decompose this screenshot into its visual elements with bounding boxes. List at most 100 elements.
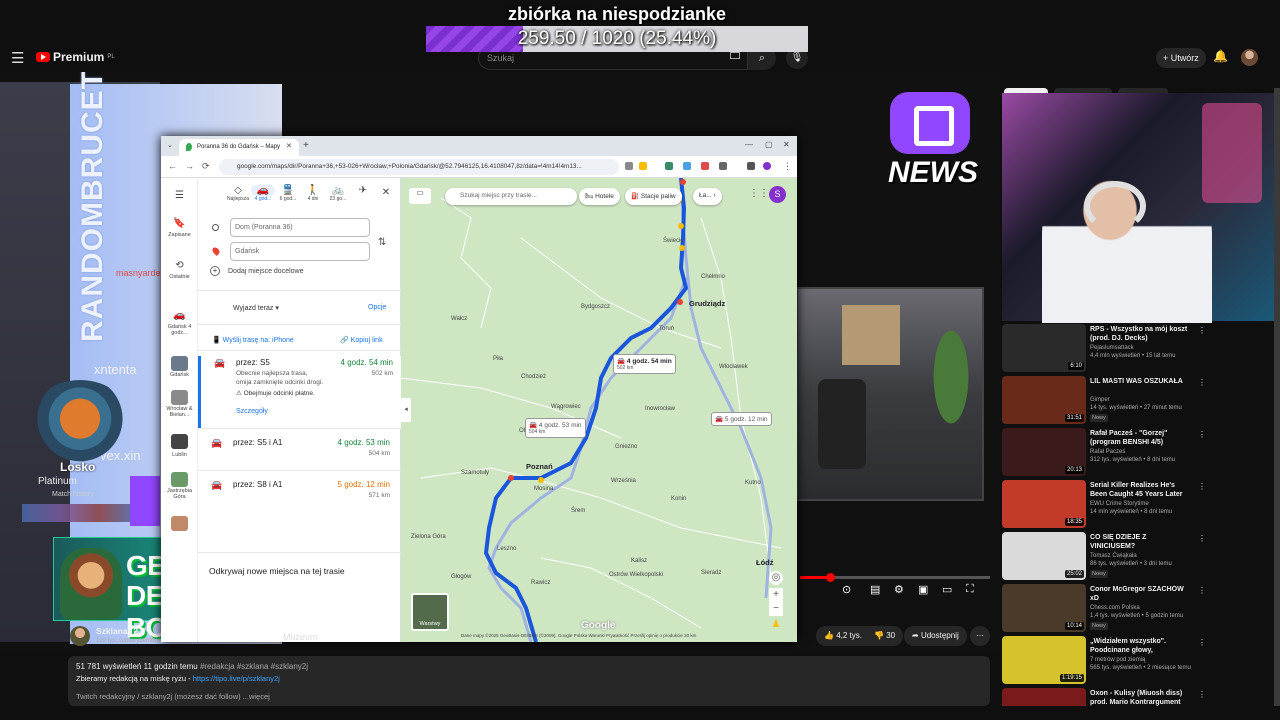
mode-best[interactable]: ◇ Najlepsza (226, 185, 250, 202)
video-channel[interactable]: Chess.com Polska (1090, 605, 1140, 611)
recommended-video[interactable]: 10:14 Conor McGregor SZACHÓW xD Chess.com … (1002, 584, 1272, 634)
video-title[interactable]: Serial Killer Realizes He's Been Caught … (1090, 481, 1192, 499)
send-to-phone-link[interactable]: 📱 Wyślij trasę na: iPhone (212, 336, 294, 344)
like-button[interactable]: 👍 4,2 tys. (816, 626, 870, 646)
video-title[interactable]: „Widziałem wszystko". Poodcinane głowy, … (1090, 637, 1192, 655)
extension-icon[interactable] (701, 162, 709, 170)
video-title[interactable]: Conor McGregor SZACHÓW xD (1090, 585, 1192, 603)
video-title[interactable]: LIL MASTI WAS OSZUKAŁA (1090, 377, 1192, 386)
swap-icon[interactable]: ⇅ (378, 237, 386, 248)
route-bubble-alt[interactable]: 🚘 5 godz. 12 min (711, 412, 772, 426)
more-options-icon[interactable]: ⋮ (1198, 638, 1206, 647)
route-details-link[interactable]: Szczegóły (236, 408, 268, 415)
account-avatar[interactable] (1241, 49, 1258, 66)
video-channel[interactable]: Tomasz Ćwiąkała (1090, 553, 1137, 559)
theater-mode-icon[interactable]: ▭ (942, 583, 952, 596)
recommended-video[interactable]: 20:13 Rafał Pacześ - "Gorzej" (program BE… (1002, 428, 1272, 478)
seek-bar[interactable] (800, 573, 990, 582)
video-title[interactable]: Rafał Pacześ - "Gorzej" (program BENSHI … (1090, 429, 1192, 447)
recommended-video[interactable]: 18:35 Serial Killer Realizes He's Been Ca… (1002, 480, 1272, 530)
subtitles-icon[interactable]: ▤ (870, 583, 880, 596)
route-bubble-alt[interactable]: 🚘 4 godz. 53 min 504 km (525, 418, 586, 438)
map-user-avatar[interactable]: S (769, 186, 786, 203)
settings-gear-icon[interactable]: ⚙ (894, 583, 904, 596)
sidebar-scrollbar[interactable] (1274, 88, 1280, 718)
profile-avatar[interactable] (763, 162, 771, 170)
url-field[interactable]: google.com/maps/dir/Poranna+36,+53-026+W… (219, 159, 619, 175)
collapse-panel-icon[interactable]: ◂ (401, 398, 411, 422)
more-options-icon[interactable]: ⋮ (1198, 534, 1206, 543)
video-thumbnail[interactable]: 1:19:15 (1002, 636, 1086, 684)
share-button[interactable]: ➦ Udostępnij (904, 626, 967, 646)
tab-close-icon[interactable]: ✕ (286, 142, 292, 150)
origin-input[interactable]: Dom (Poranna 36) (230, 218, 370, 237)
recommended-video[interactable]: 25:02 CO SIĘ DZIEJE Z VINICIUSEM? Tomasz Ć… (1002, 532, 1272, 582)
more-options-icon[interactable]: ⋮ (1198, 586, 1206, 595)
maximize-icon[interactable]: ▢ (765, 140, 773, 149)
map-view-toggle-icon[interactable]: ▭ (409, 188, 431, 204)
options-button[interactable]: Opcje (368, 304, 386, 311)
video-channel[interactable]: Pejaslumsattack (1090, 345, 1134, 351)
video-thumbnail[interactable]: 20:13 (1002, 428, 1086, 476)
recommended-video[interactable]: 6:10 RPS - Wszystko na mój koszt (prod. D… (1002, 324, 1272, 374)
add-destination[interactable]: + Dodaj miejsce docelowe (210, 266, 303, 276)
zoom-in-icon[interactable]: + (769, 588, 783, 602)
route-option-3[interactable]: 🚘 przez: S8 i A1 5 godz. 12 min 571 km (198, 478, 401, 508)
channel-name[interactable]: SzklanaY2J (96, 626, 143, 636)
mode-transit[interactable]: 🚆 6 god... (276, 185, 300, 202)
window-close-icon[interactable]: ✕ (783, 140, 790, 149)
chip-hotels[interactable]: 🛏 Hotele (579, 188, 620, 205)
map-search-input[interactable]: Szukaj miejsc przy trasie... (445, 188, 577, 205)
forward-arrow-icon[interactable]: → (185, 161, 194, 171)
browser-menu-icon[interactable]: ⋮ (783, 161, 792, 172)
recommended-video[interactable]: 1:19:15 „Widziałem wszystko". Poodcinane … (1002, 636, 1272, 686)
copy-link-button[interactable]: 🔗 Kopiuj link (340, 336, 383, 344)
video-channel[interactable]: 7 metrów pod ziemią (1090, 657, 1145, 663)
mode-car[interactable]: 🚗 4 god... (251, 185, 275, 202)
create-button[interactable]: + Utwórz (1156, 48, 1206, 68)
more-options-icon[interactable]: ⋮ (1198, 430, 1206, 439)
extension-icon[interactable] (683, 162, 691, 170)
video-channel[interactable]: Rafał Pacześ (1090, 449, 1125, 455)
more-actions-icon[interactable]: ⋯ (970, 626, 990, 646)
install-app-icon[interactable] (625, 162, 633, 170)
minimize-icon[interactable]: — (745, 140, 753, 149)
browser-tab[interactable]: Poranna 36 do Gdańsk – Mapy (179, 139, 299, 156)
more-options-icon[interactable]: ⋮ (1198, 690, 1206, 699)
tab-search-icon[interactable]: ⌄ (167, 141, 173, 149)
description-link[interactable]: https://tipo.live/p/szklany2j (193, 674, 280, 683)
destination-input[interactable]: Gdańsk (230, 242, 370, 261)
video-channel[interactable]: EWU Crime Storytime (1090, 501, 1149, 507)
extension-icon[interactable] (665, 162, 673, 170)
close-directions-icon[interactable]: ✕ (374, 187, 398, 198)
video-thumbnail[interactable]: 18:35 (1002, 480, 1086, 528)
chip-gas-stations[interactable]: ⛽ Stacje paliw (625, 188, 682, 205)
route-option-2[interactable]: 🚘 przez: S5 i A1 4 godz. 53 min 504 km (198, 436, 401, 466)
video-thumbnail[interactable]: 6:10 (1002, 324, 1086, 372)
maps-menu-button[interactable]: ☰ (161, 190, 198, 204)
rail-current-route[interactable]: 🚗 Gdańsk 4 godz... (161, 310, 198, 336)
dislike-button[interactable]: 👎 30 (866, 626, 904, 646)
rail-saved[interactable]: 🔖 Zapisane (161, 218, 198, 238)
more-options-icon[interactable]: ⋮ (1198, 482, 1206, 491)
mode-flight[interactable]: ✈ (351, 185, 375, 196)
recent-place-thumb[interactable] (171, 390, 188, 405)
extensions-puzzle-icon[interactable] (719, 162, 727, 170)
new-tab-icon[interactable]: + (303, 140, 309, 151)
video-description[interactable]: 51 781 wyświetleń 11 godzin temu #redakc… (68, 656, 990, 706)
video-title[interactable]: RPS - Wszystko na mój koszt (prod. DJ. D… (1090, 325, 1192, 343)
channel-avatar[interactable] (70, 626, 90, 646)
hashtags[interactable]: #redakcja #szklana #szklany2j (200, 662, 308, 671)
rail-recent[interactable]: ⟲ Ostatnie (161, 260, 198, 280)
more-options-icon[interactable]: ⋮ (1198, 326, 1206, 335)
miniplayer-icon[interactable]: ▣ (918, 583, 928, 596)
recent-place-thumb[interactable] (171, 472, 188, 487)
video-title[interactable]: CO SIĘ DZIEJE Z VINICIUSEM? (1090, 533, 1192, 551)
reload-icon[interactable]: ⟳ (202, 161, 210, 172)
map-canvas[interactable]: Grudziądz Poznań Łódź Leszno Gniezno Kal… (401, 178, 797, 642)
route-option-1[interactable]: 🚘 przez: S5 4 godz. 54 min 502 km Obecni… (198, 356, 401, 428)
recent-place-thumb[interactable] (171, 434, 188, 449)
video-title[interactable]: Oxon - Kulisy (Miuosh diss) prod. Mario … (1090, 689, 1192, 707)
route-bubble-selected[interactable]: 🚘 4 godz. 54 min 502 km (613, 354, 676, 374)
youtube-logo[interactable]: Premium PL (36, 50, 115, 64)
